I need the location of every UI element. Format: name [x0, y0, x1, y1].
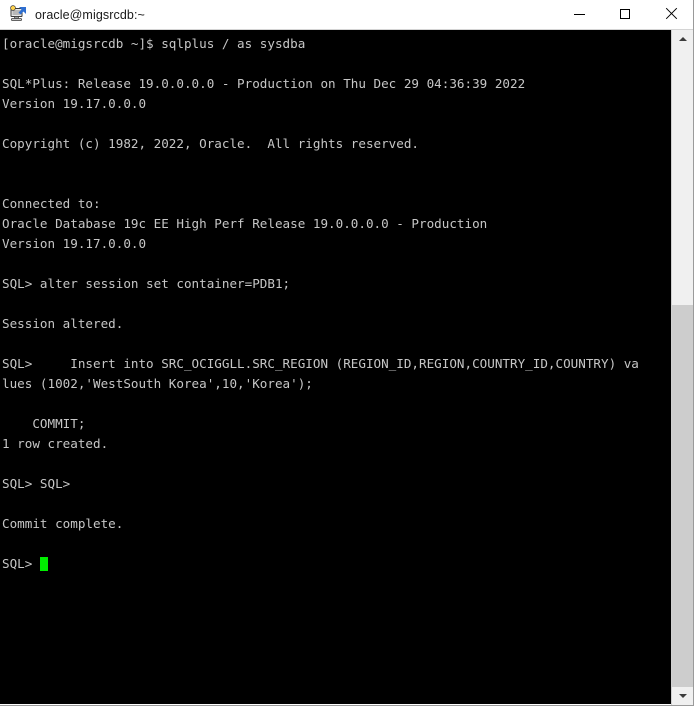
- terminal-line: [oracle@migsrcdb ~]$ sqlplus / as sysdba: [2, 36, 306, 51]
- scrollbar-up-button[interactable]: [672, 30, 693, 48]
- scrollbar-down-button[interactable]: [672, 687, 693, 705]
- terminal-line: SQL>: [2, 554, 672, 574]
- terminal-line: SQL> Insert into SRC_OCIGGLL.SRC_REGION …: [2, 356, 639, 371]
- terminal-line: SQL*Plus: Release 19.0.0.0.0 - Productio…: [2, 76, 526, 91]
- putty-terminal-window: oracle@migsrcdb:~ [oracle@migsrcdb ~]$ s…: [0, 0, 694, 706]
- terminal-line: Oracle Database 19c EE High Perf Release…: [2, 216, 488, 231]
- window-titlebar[interactable]: oracle@migsrcdb:~: [0, 0, 693, 30]
- terminal-line: 1 row created.: [2, 436, 109, 451]
- terminal-line: COMMIT;: [2, 416, 86, 431]
- chevron-down-icon: [678, 694, 687, 698]
- maximize-button[interactable]: [602, 0, 648, 29]
- terminal-line: Version 19.17.0.0.0: [2, 236, 147, 251]
- minimize-button[interactable]: [556, 0, 602, 29]
- scrollbar-track[interactable]: [672, 48, 693, 305]
- terminal-line: Version 19.17.0.0.0: [2, 96, 147, 111]
- maximize-icon: [620, 9, 630, 19]
- chevron-up-icon: [678, 37, 687, 41]
- minimize-icon: [573, 13, 585, 15]
- terminal-line: SQL> SQL>: [2, 476, 71, 491]
- terminal-line: lues (1002,'WestSouth Korea',10,'Korea')…: [2, 376, 313, 391]
- terminal-line: Session altered.: [2, 316, 124, 331]
- scrollbar-thumb[interactable]: [672, 305, 693, 687]
- terminal-prompt: SQL>: [2, 556, 40, 571]
- terminal-output-area[interactable]: [oracle@migsrcdb ~]$ sqlplus / as sysdba…: [0, 30, 672, 704]
- close-icon: [665, 8, 677, 20]
- window-title: oracle@migsrcdb:~: [35, 7, 145, 22]
- terminal-line: Connected to:: [2, 196, 101, 211]
- window-controls: [556, 0, 693, 30]
- terminal-scrollbar[interactable]: [671, 30, 693, 705]
- terminal-line: Commit complete.: [2, 516, 124, 531]
- terminal-lines: [oracle@migsrcdb ~]$ sqlplus / as sysdba…: [0, 31, 672, 574]
- terminal-cursor: [39, 557, 48, 571]
- putty-terminal-icon: [8, 4, 28, 25]
- terminal-line: Copyright (c) 1982, 2022, Oracle. All ri…: [2, 136, 420, 151]
- close-button[interactable]: [648, 0, 693, 29]
- terminal-line: SQL> alter session set container=PDB1;: [2, 276, 291, 291]
